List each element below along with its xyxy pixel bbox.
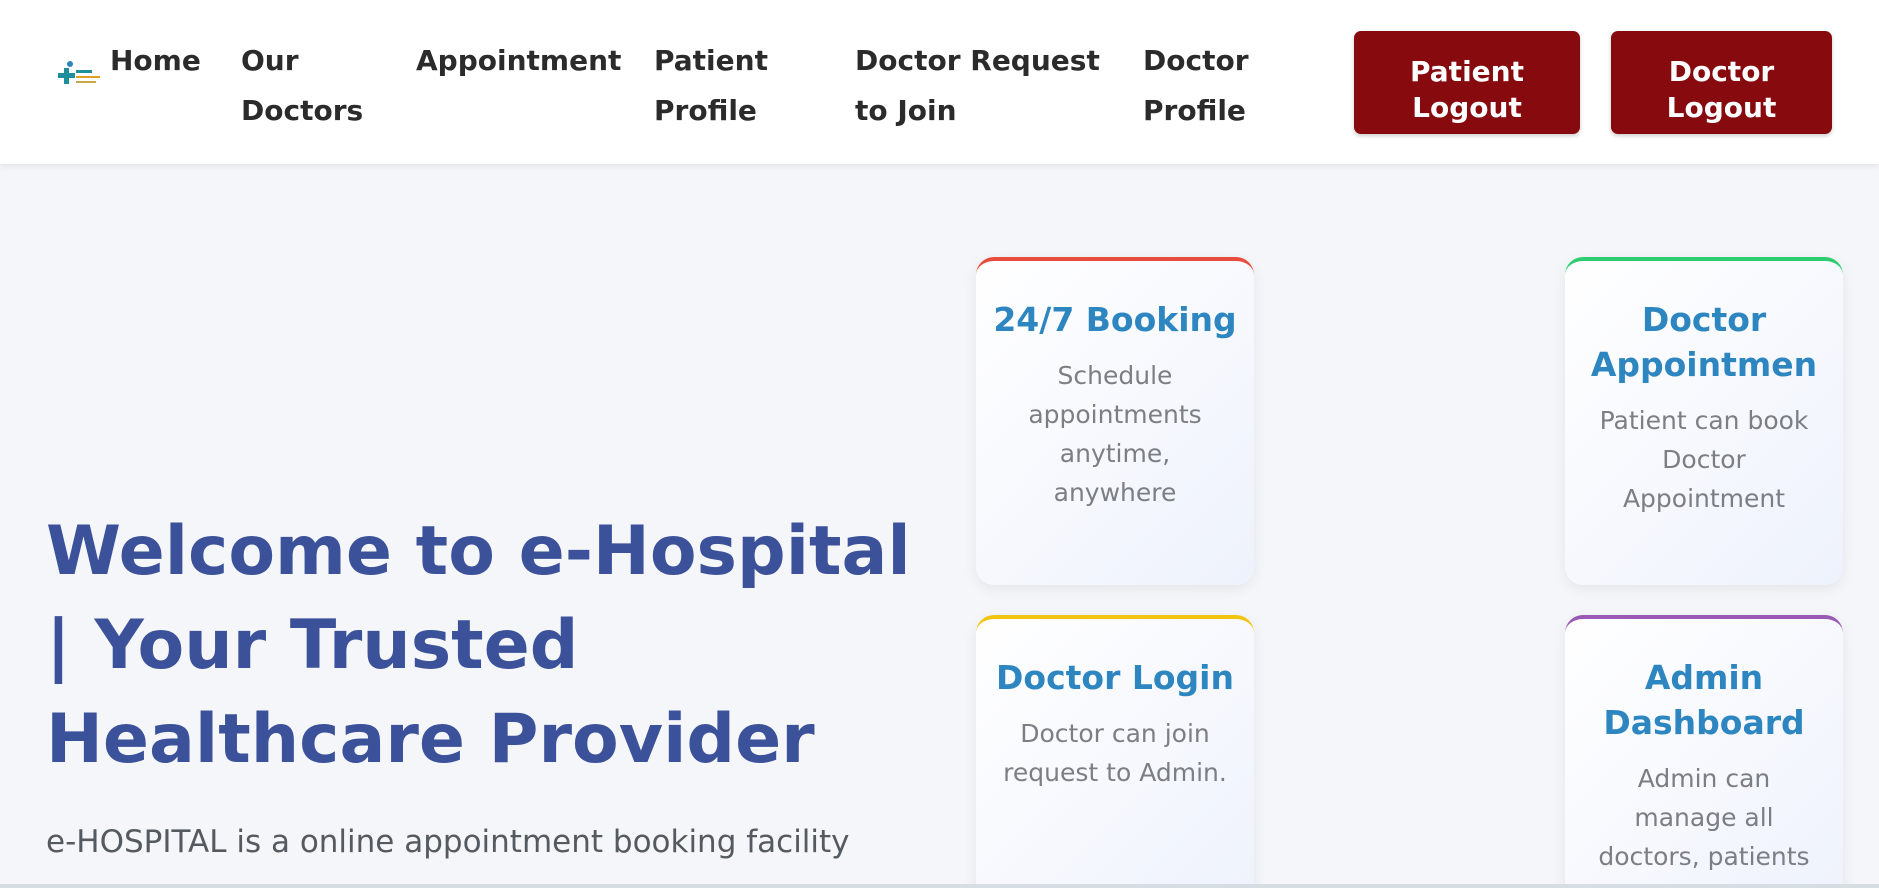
nav-link-doctor-profile[interactable]: Doctor Profile	[1143, 36, 1273, 136]
feature-card-description: Admin can manage all doctors, patients	[1598, 764, 1810, 871]
feature-card-description: Schedule appointments anytime, anywhere	[1028, 361, 1202, 507]
feature-card-doctor-login: Doctor Login Doctor can join request to …	[976, 615, 1254, 888]
nav-link-appointment[interactable]: Appointment	[416, 36, 626, 86]
patient-logout-button[interactable]: Patient Logout	[1354, 31, 1580, 134]
feature-card-doctor-appointment: Doctor Appointmen Patient can book Doctor…	[1565, 257, 1843, 585]
feature-card-description: Patient can book Doctor Appointment	[1599, 406, 1809, 513]
hero-description: e-HOSPITAL is a online appointment booki…	[46, 824, 850, 860]
hospital-logo[interactable]	[58, 56, 104, 92]
feature-card-admin-dashboard: Admin Dashboard Admin can manage all doc…	[1565, 615, 1843, 888]
navbar: Home Our Doctors Appointment Patient Pro…	[0, 0, 1879, 164]
nav-link-home[interactable]: Home	[110, 36, 210, 86]
nav-link-patient-profile[interactable]: Patient Profile	[654, 36, 794, 136]
page-bottom-divider	[0, 884, 1879, 888]
nav-link-doctor-request-to-join[interactable]: Doctor Request to Join	[855, 36, 1105, 136]
feature-card-booking: 24/7 Booking Schedule appointments anyti…	[976, 257, 1254, 585]
feature-card-description: Doctor can join request to Admin.	[1003, 719, 1227, 787]
feature-card-title: Admin Dashboard	[1603, 658, 1805, 742]
feature-card-title: Doctor Login	[996, 658, 1234, 697]
hero-title: Welcome to e-Hospital | Your Trusted Hea…	[46, 512, 911, 779]
feature-card-title: Doctor Appointmen	[1590, 300, 1818, 384]
feature-card-title: 24/7 Booking	[993, 300, 1237, 339]
doctor-logout-button[interactable]: Doctor Logout	[1611, 31, 1832, 134]
nav-link-our-doctors[interactable]: Our Doctors	[241, 36, 381, 136]
